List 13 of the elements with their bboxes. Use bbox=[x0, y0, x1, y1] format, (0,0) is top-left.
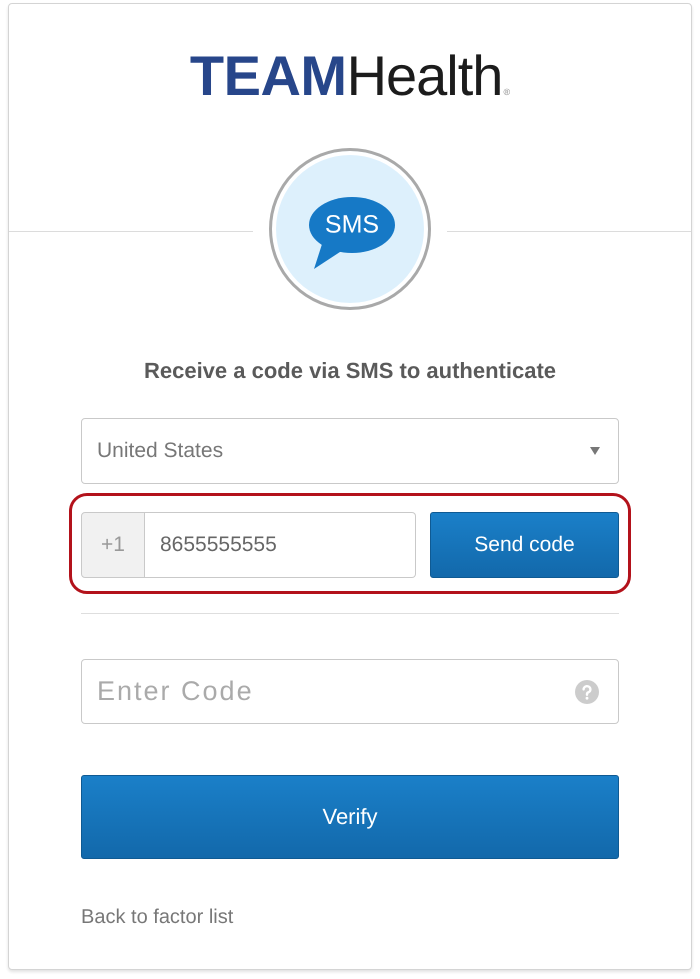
country-select[interactable]: United States bbox=[81, 418, 619, 484]
sms-label: SMS bbox=[324, 212, 380, 238]
page-title: Receive a code via SMS to authenticate bbox=[142, 357, 558, 385]
verify-button[interactable]: Verify bbox=[81, 775, 619, 859]
code-input-field[interactable]: Enter Code bbox=[81, 659, 619, 724]
help-icon[interactable] bbox=[575, 680, 599, 704]
caret-down-icon bbox=[590, 447, 600, 455]
phone-number-field[interactable]: 8655555555 bbox=[145, 512, 416, 578]
back-to-factor-list-link[interactable]: Back to factor list bbox=[81, 905, 234, 929]
speech-bubble-icon bbox=[309, 197, 395, 269]
brand-logo: TEAMHealth® bbox=[190, 48, 510, 104]
send-code-button[interactable]: Send code bbox=[430, 512, 619, 578]
country-code-prefix: +1 bbox=[81, 512, 145, 578]
